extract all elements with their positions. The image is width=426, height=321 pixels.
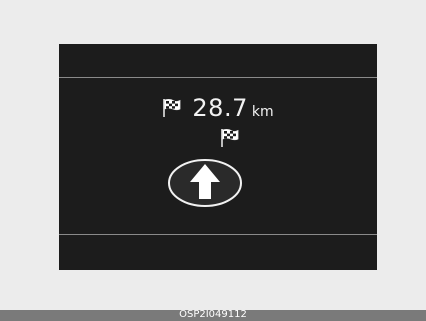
checkered-flag-icon — [162, 98, 182, 118]
top-divider — [59, 77, 377, 78]
distance-to-destination: 28.7 km — [59, 96, 377, 126]
distance-value: 28.7 — [192, 94, 248, 122]
figure-code: OSP2I049112 — [179, 309, 247, 320]
bottom-divider — [59, 234, 377, 235]
distance-unit: km — [251, 104, 274, 120]
cluster-display: 28.7 km — [59, 44, 377, 270]
straight-ahead-arrow-icon — [167, 158, 243, 208]
destination-flag-icon — [220, 128, 240, 148]
